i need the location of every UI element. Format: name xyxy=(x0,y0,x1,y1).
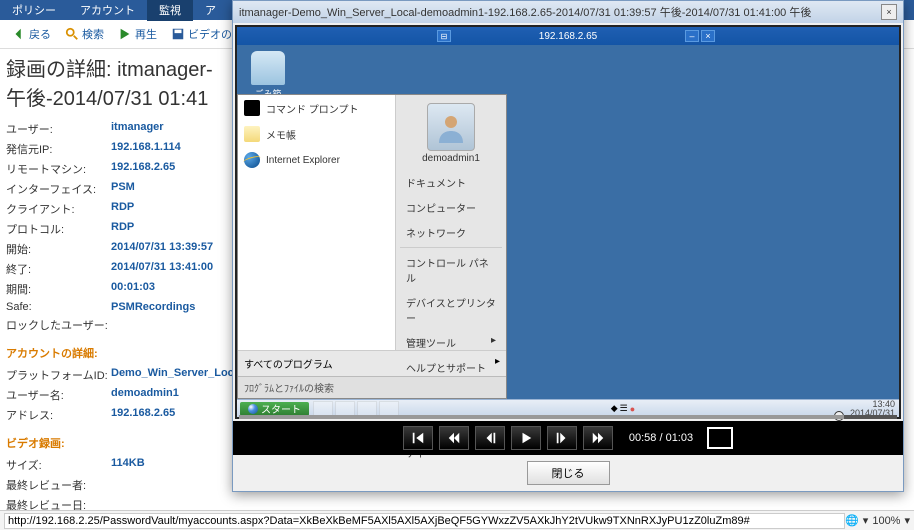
start-menu-username: demoadmin1 xyxy=(396,153,506,170)
detail-label: プラットフォームID: xyxy=(6,367,111,383)
status-bar: 🌐 ▾ 100% ▾ xyxy=(0,510,914,530)
detail-value: 2014/07/31 13:39:57 xyxy=(111,241,213,257)
detail-label: 終了: xyxy=(6,261,111,277)
detail-value: 2014/07/31 13:41:00 xyxy=(111,261,213,277)
detail-label: クライアント: xyxy=(6,201,111,217)
tray-icon[interactable]: ◆ xyxy=(611,403,618,414)
remote-screen: ⊟ 192.168.2.65 – × ごみ箱 ◐Kiwi Syslog Serv… xyxy=(235,25,901,419)
chevron-right-icon: ▸ xyxy=(495,356,500,371)
close-button[interactable]: 閉じる xyxy=(527,461,610,485)
detail-label: プロトコル: xyxy=(6,221,111,237)
sm-ie[interactable]: Internet Explorer xyxy=(238,147,395,173)
nav-a[interactable]: ア xyxy=(193,0,228,21)
sm-cmd[interactable]: コマンド プロンプト xyxy=(238,95,395,121)
back-button[interactable]: 戻る xyxy=(6,24,57,44)
status-url[interactable] xyxy=(4,513,845,529)
modal-titlebar: itmanager-Demo_Win_Server_Local-demoadmi… xyxy=(233,1,903,23)
detail-label: ユーザー: xyxy=(6,121,111,137)
sm-devices[interactable]: デバイスとプリンター xyxy=(396,290,506,330)
detail-label: サイズ: xyxy=(6,457,111,473)
sm-documents[interactable]: ドキュメント xyxy=(396,170,506,195)
rewind-button[interactable] xyxy=(439,426,469,450)
zoom-level: 100% xyxy=(872,515,900,527)
remote-title: 192.168.2.65 xyxy=(539,31,597,42)
fast-fwd-button[interactable] xyxy=(583,426,613,450)
remote-title-bar: ⊟ 192.168.2.65 – × xyxy=(237,27,899,45)
sm-all-programs[interactable]: すべてのプログラム▸ xyxy=(238,350,506,376)
sm-network[interactable]: ネットワーク xyxy=(396,220,506,245)
user-avatar-icon xyxy=(427,103,475,151)
detail-label: アドレス: xyxy=(6,407,111,423)
sm-computer[interactable]: コンピューター xyxy=(396,195,506,220)
search-button[interactable]: 検索 xyxy=(59,24,110,44)
step-back-button[interactable] xyxy=(475,426,505,450)
system-tray: ◆ ☰ ● xyxy=(611,403,635,414)
sm-search-box[interactable]: ﾌﾛｸﾞﾗﾑとﾌｧｲﾙの検索 xyxy=(238,376,506,398)
detail-value: demoadmin1 xyxy=(111,387,179,403)
zoom-down-icon[interactable]: ▾ xyxy=(863,514,869,527)
detail-label: 期間: xyxy=(6,281,111,297)
internet-zone-icon: 🌐 xyxy=(845,514,859,527)
detail-value: Demo_Win_Server_Local xyxy=(111,367,243,383)
start-menu: コマンド プロンプト メモ帳 Internet Explorer demoadm… xyxy=(237,94,507,399)
scrub-knob[interactable] xyxy=(834,411,844,421)
player-time: 00:58 / 01:03 xyxy=(629,432,693,444)
sm-notepad[interactable]: メモ帳 xyxy=(238,121,395,147)
detail-label: Safe: xyxy=(6,301,111,313)
detail-value: 192.168.2.65 xyxy=(111,407,175,423)
start-menu-places: demoadmin1 ドキュメント コンピューター ネットワーク コントロール … xyxy=(396,95,506,350)
detail-value: RDP xyxy=(111,221,134,237)
detail-label: ユーザー名: xyxy=(6,387,111,403)
detail-label: ロックしたユーザー: xyxy=(6,317,111,333)
chevron-right-icon: ▸ xyxy=(491,335,496,350)
start-menu-programs: コマンド プロンプト メモ帳 Internet Explorer xyxy=(238,95,396,350)
detail-label: 最終レビュー者: xyxy=(6,477,111,493)
video-player-controls: 00:58 / 01:03 xyxy=(233,421,903,455)
nav-monitor[interactable]: 監視 xyxy=(147,0,193,21)
fullscreen-button[interactable] xyxy=(707,427,733,449)
zoom-dropdown-icon[interactable]: ▾ xyxy=(904,514,910,527)
detail-value: RDP xyxy=(111,201,134,217)
detail-value: PSM xyxy=(111,181,135,197)
tray-icon[interactable]: ☰ xyxy=(620,403,628,414)
nav-account[interactable]: アカウント xyxy=(68,0,147,21)
video-modal: itmanager-Demo_Win_Server_Local-demoadmi… xyxy=(232,0,904,492)
detail-value: itmanager xyxy=(111,121,164,137)
start-button[interactable]: スタート xyxy=(240,402,309,416)
nav-policy[interactable]: ポリシー xyxy=(0,0,68,21)
zoom-control[interactable]: 🌐 ▾ 100% ▾ xyxy=(845,514,910,527)
minimize-icon[interactable]: – xyxy=(685,30,699,42)
play-button[interactable]: 再生 xyxy=(112,24,163,44)
detail-value: 114KB xyxy=(111,457,145,473)
play-pause-button[interactable] xyxy=(511,426,541,450)
recycle-bin-icon[interactable]: ごみ箱 xyxy=(243,51,293,100)
tray-icon[interactable]: ● xyxy=(630,404,635,414)
detail-label: インターフェイス: xyxy=(6,181,111,197)
sm-control-panel[interactable]: コントロール パネル xyxy=(396,250,506,290)
detail-value: 192.168.1.114 xyxy=(111,141,181,157)
windows-orb-icon xyxy=(248,404,258,414)
skip-start-button[interactable] xyxy=(403,426,433,450)
detail-label: 開始: xyxy=(6,241,111,257)
modal-close-x[interactable]: × xyxy=(881,4,897,20)
scrub-bar[interactable] xyxy=(239,415,897,419)
detail-label: リモートマシン: xyxy=(6,161,111,177)
detail-value: 192.168.2.65 xyxy=(111,161,175,177)
step-fwd-button[interactable] xyxy=(547,426,577,450)
detail-value: PSMRecordings xyxy=(111,301,195,313)
modal-title-text: itmanager-Demo_Win_Server_Local-demoadmi… xyxy=(239,4,811,20)
detail-value: 00:01:03 xyxy=(111,281,155,297)
pin-icon[interactable]: ⊟ xyxy=(437,30,451,42)
detail-label: 発信元IP: xyxy=(6,141,111,157)
close-remote-icon[interactable]: × xyxy=(701,30,715,42)
